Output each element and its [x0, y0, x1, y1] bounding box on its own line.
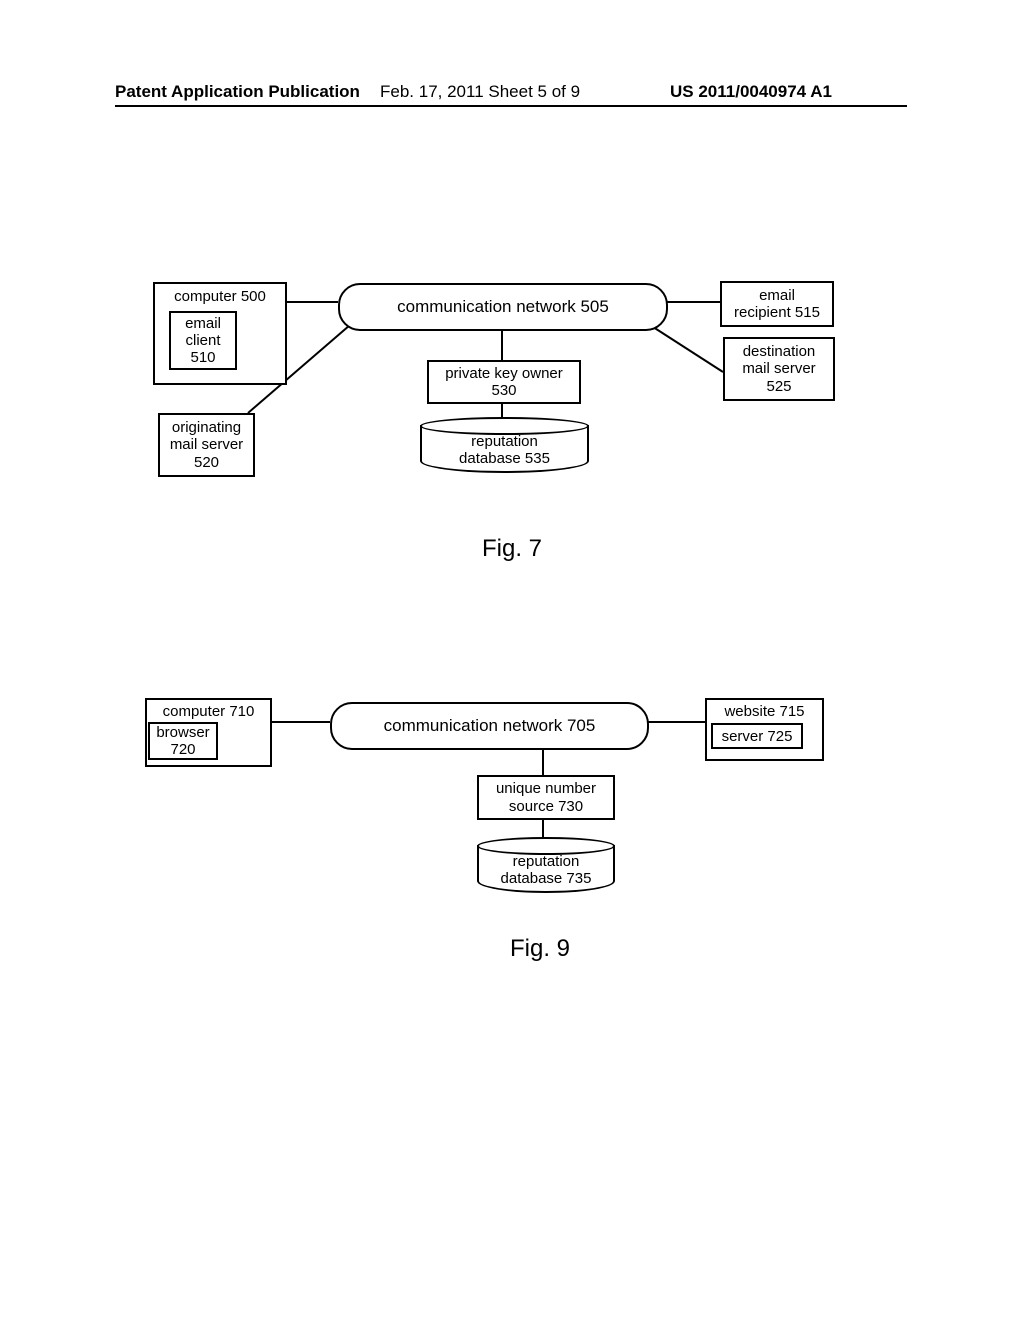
db-top-icon: [420, 417, 589, 435]
browser-720-box: browser 720: [148, 722, 218, 760]
email-client-label: email client 510: [171, 315, 235, 367]
computer-box: computer 500 email client 510: [153, 282, 287, 385]
private-key-owner-label: private key owner 530: [429, 365, 579, 400]
date-sheet-label: Feb. 17, 2011 Sheet 5 of 9: [380, 82, 580, 102]
network-cloud-fig9: communication network 705: [330, 702, 649, 750]
page: Patent Application Publication Feb. 17, …: [0, 0, 1024, 1320]
originating-mail-server-box: originating mail server 520: [158, 413, 255, 477]
reputation-db-label-fig7: reputation database 535: [422, 433, 587, 468]
dest-mail-server-box: destination mail server 525: [723, 337, 835, 401]
reputation-db-label-fig9: reputation database 735: [479, 853, 613, 888]
server-725-box: server 725: [711, 723, 803, 749]
email-client-box: email client 510: [169, 311, 237, 370]
server-725-label: server 725: [713, 728, 801, 745]
website-715-label: website 715: [707, 703, 822, 720]
computer-label: computer 500: [155, 288, 285, 305]
computer-710-label: computer 710: [147, 703, 270, 720]
computer-710-box: computer 710 browser 720: [145, 698, 272, 767]
network-label-fig7: communication network 505: [397, 297, 609, 317]
network-label-fig9: communication network 705: [384, 716, 596, 736]
dest-mail-server-label: destination mail server 525: [725, 343, 833, 395]
header-rule: [115, 105, 907, 107]
private-key-owner-box: private key owner 530: [427, 360, 581, 404]
originating-mail-server-label: originating mail server 520: [160, 419, 253, 471]
publication-label: Patent Application Publication: [115, 82, 360, 102]
figure-7-caption: Fig. 7: [412, 535, 612, 563]
email-recipient-label: email recipient 515: [722, 287, 832, 322]
db-top-icon-9: [477, 837, 615, 855]
email-recipient-box: email recipient 515: [720, 281, 834, 327]
unique-number-source-label: unique number source 730: [479, 780, 613, 815]
unique-number-source-box: unique number source 730: [477, 775, 615, 820]
reputation-db-fig7: reputation database 535: [420, 425, 589, 473]
publication-number: US 2011/0040974 A1: [670, 82, 832, 102]
website-715-box: website 715 server 725: [705, 698, 824, 761]
figure-9-caption: Fig. 9: [440, 935, 640, 963]
network-cloud-fig7: communication network 505: [338, 283, 668, 331]
browser-720-label: browser 720: [150, 724, 216, 759]
reputation-db-fig9: reputation database 735: [477, 845, 615, 893]
